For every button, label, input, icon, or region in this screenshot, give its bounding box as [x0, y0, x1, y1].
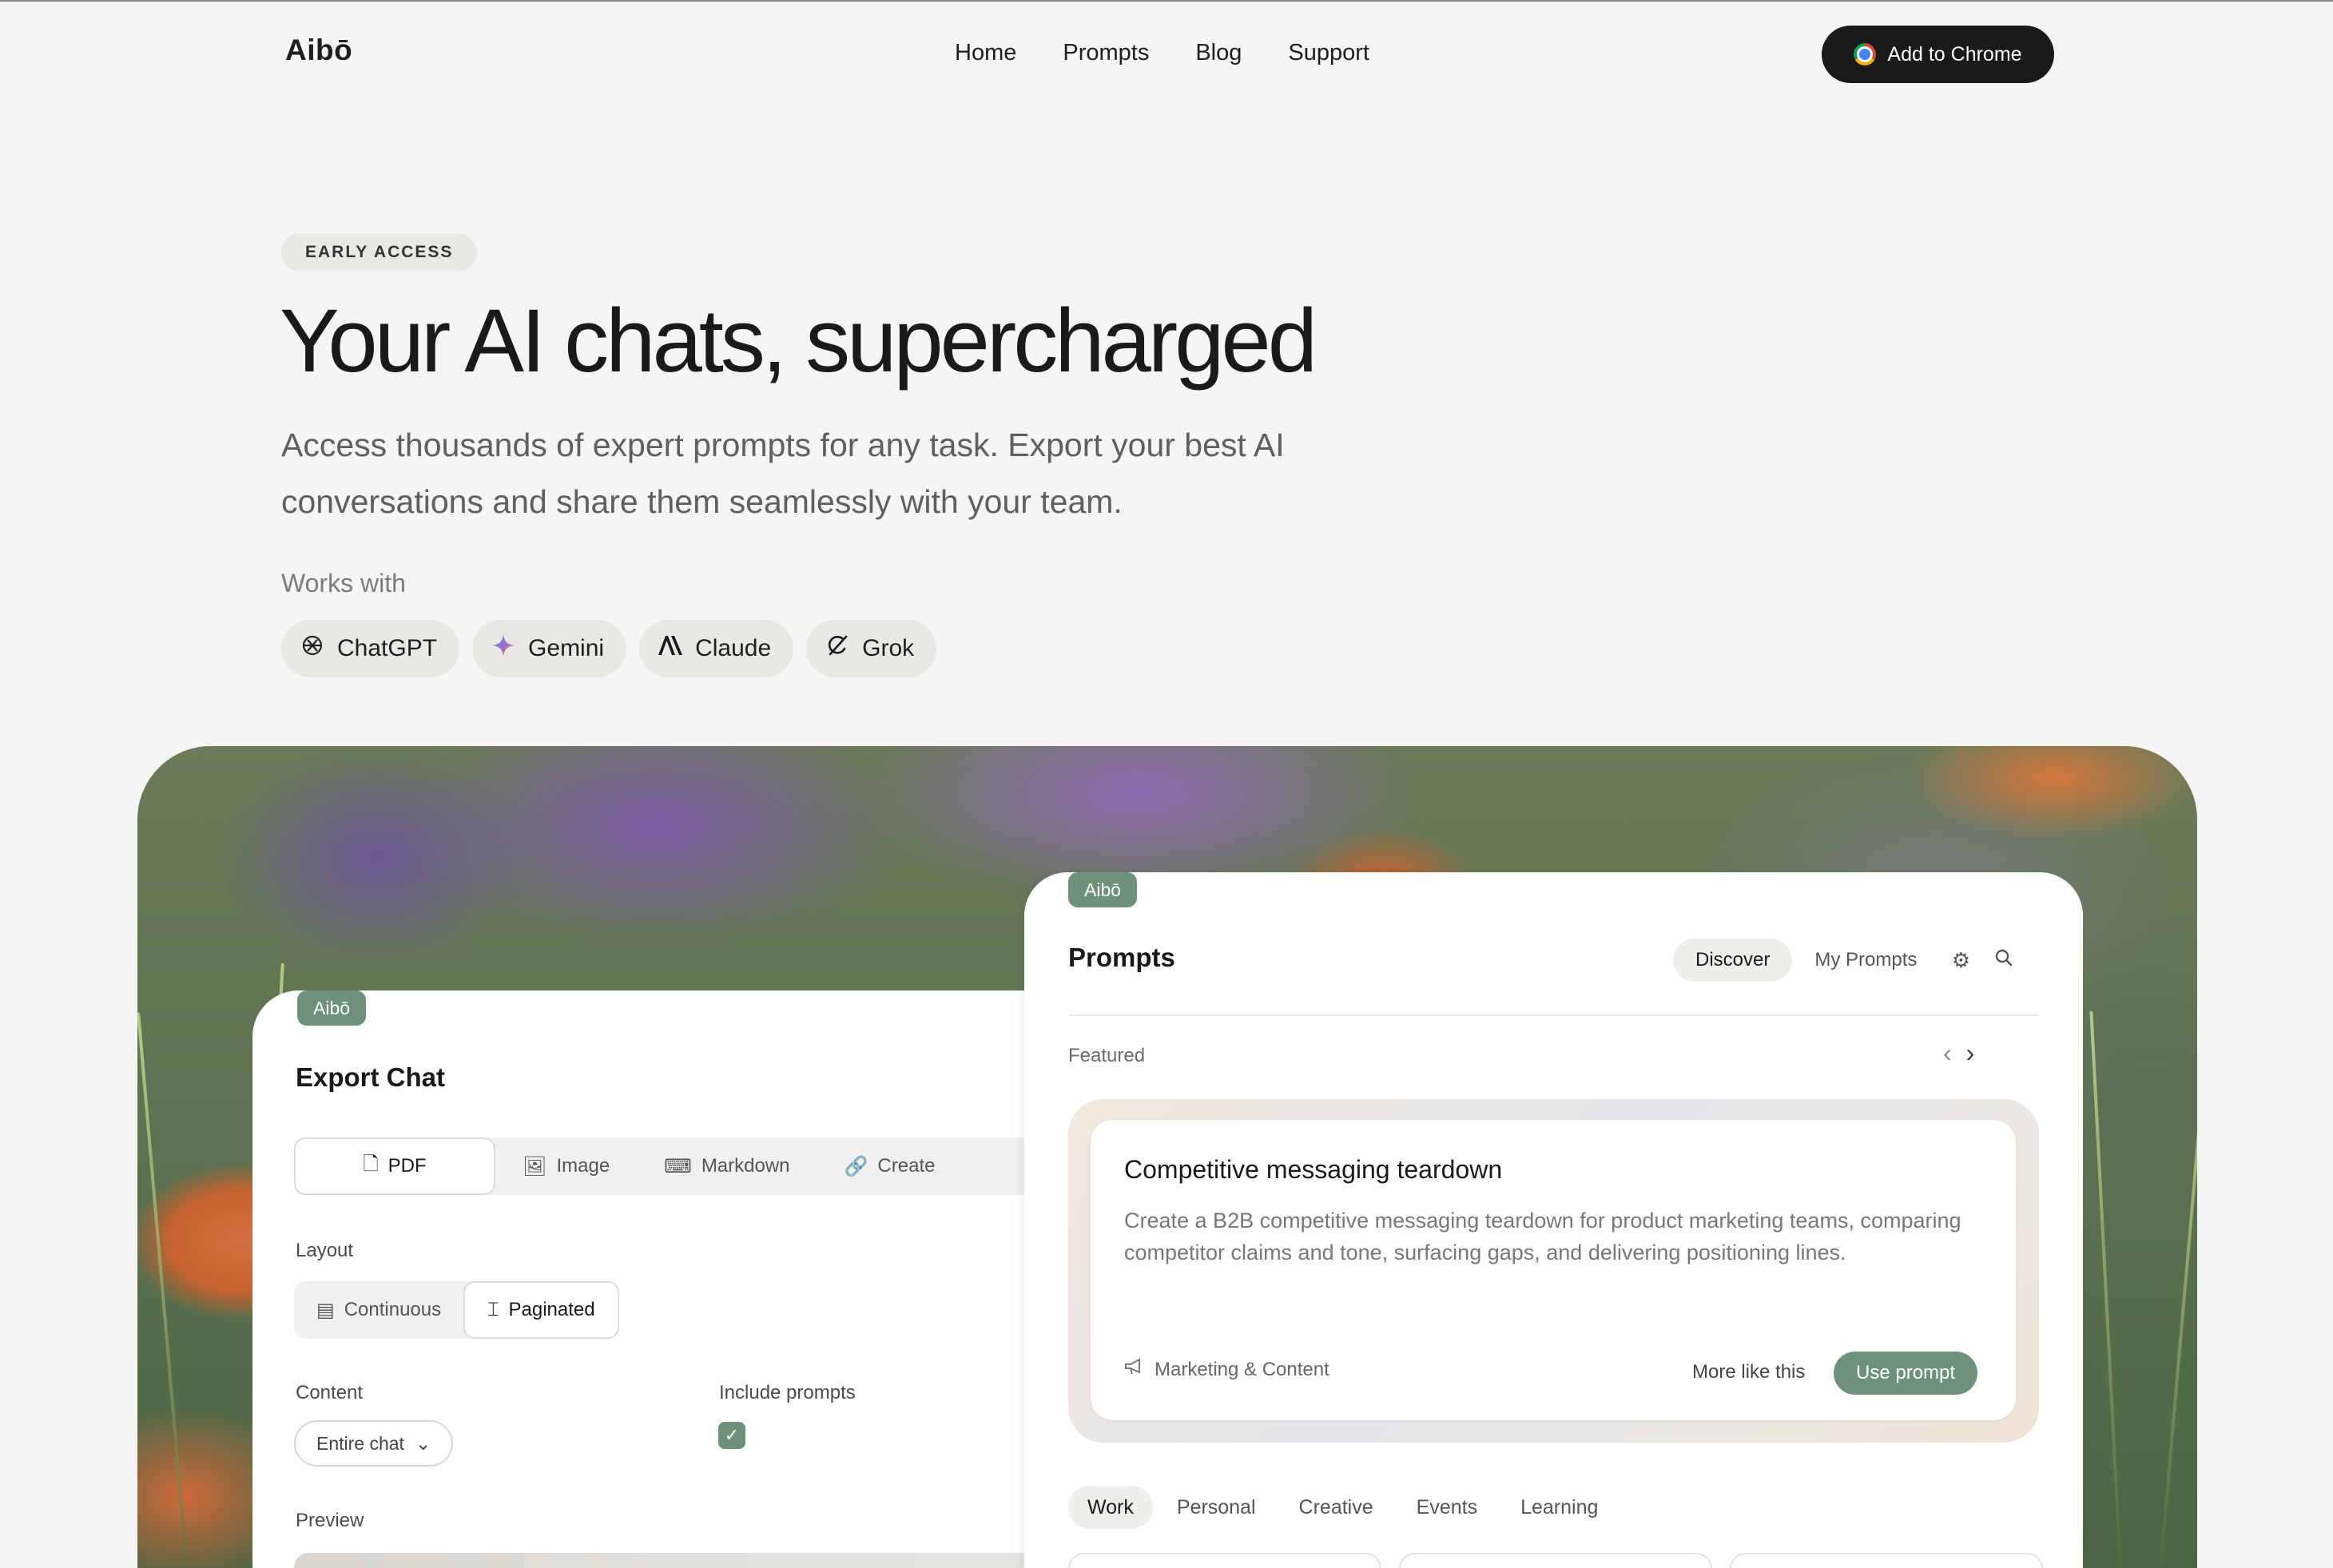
category-tab-learning[interactable]: Learning: [1501, 1486, 1617, 1529]
chatgpt-icon: [299, 633, 326, 665]
integration-chip-grok[interactable]: Grok: [806, 620, 937, 677]
file-icon: 🗋: [363, 1153, 379, 1175]
search-icon: [1994, 948, 2013, 973]
chevron-left-icon[interactable]: ‹: [1943, 1038, 1952, 1068]
megaphone-icon: [1124, 1358, 1145, 1381]
grok-icon: [824, 633, 851, 664]
format-label: Create: [877, 1155, 936, 1177]
format-option-markdown[interactable]: ⌨ Markdown: [637, 1137, 817, 1195]
document-icon: ▤: [316, 1299, 335, 1321]
include-prompts-checkbox[interactable]: ✓: [718, 1422, 745, 1449]
brand-logo[interactable]: Aibō: [285, 34, 352, 67]
prompt-card-list: [1068, 1553, 2043, 1568]
content-label: Content: [296, 1382, 364, 1403]
claude-icon: [657, 634, 684, 663]
layout-option-label: Continuous: [344, 1299, 442, 1320]
integration-label: Gemini: [528, 635, 605, 661]
prompt-card-category: Marketing & Content: [1124, 1358, 1329, 1381]
featured-card-frame: Competitive messaging teardown Create a …: [1068, 1099, 2039, 1443]
format-option-create-link[interactable]: 🔗 Create: [817, 1137, 963, 1195]
layout-selector: ▤ Continuous ⌶ Paginated: [294, 1281, 619, 1339]
panel-brand-tag: Aibō: [1068, 872, 1138, 907]
link-icon: 🔗: [844, 1155, 868, 1177]
featured-prompt-card[interactable]: Competitive messaging teardown Create a …: [1091, 1120, 2016, 1420]
tab-my-prompts[interactable]: My Prompts: [1792, 939, 1939, 982]
layout-option-label: Paginated: [508, 1299, 595, 1320]
layout-label: Layout: [296, 1240, 354, 1261]
add-to-chrome-label: Add to Chrome: [1887, 42, 2022, 65]
featured-carousel-controls: ‹ ›: [1943, 1038, 1974, 1068]
hero-subtext: Access thousands of expert prompts for a…: [281, 427, 1285, 520]
format-option-image[interactable]: 🖼 Image: [495, 1137, 637, 1195]
content-dropdown[interactable]: Entire chat ⌄: [294, 1420, 454, 1467]
settings-button[interactable]: ⚙: [1939, 939, 1982, 982]
category-tabs: Work Personal Creative Events Learning: [1068, 1486, 1617, 1529]
format-option-pdf[interactable]: 🗋 PDF: [294, 1137, 495, 1195]
integration-label: ChatGPT: [337, 635, 438, 661]
integration-label: Grok: [862, 635, 915, 661]
prompt-card-title: Competitive messaging teardown: [1124, 1155, 1503, 1184]
chevron-right-icon[interactable]: ›: [1966, 1038, 1975, 1068]
category-tab-personal[interactable]: Personal: [1158, 1486, 1275, 1529]
header-divider: [1068, 1014, 2039, 1016]
nav-link-support[interactable]: Support: [1288, 40, 1369, 66]
markdown-icon: ⌨: [664, 1155, 692, 1177]
prompt-card[interactable]: [1068, 1553, 1381, 1568]
format-label: Image: [556, 1155, 610, 1177]
search-button[interactable]: [1982, 939, 2025, 982]
main-nav: Home Prompts Blog Support: [955, 40, 1416, 66]
add-to-chrome-button[interactable]: Add to Chrome: [1822, 26, 2054, 83]
hero-headline: Your AI chats, supercharged: [280, 291, 1318, 391]
layout-option-continuous[interactable]: ▤ Continuous: [294, 1281, 463, 1339]
preview-label: Preview: [296, 1510, 364, 1531]
gear-icon: ⚙: [1951, 947, 1971, 972]
export-format-selector: 🗋 PDF 🖼 Image ⌨ Markdown 🔗 Create: [294, 1137, 1093, 1195]
integration-chip-chatgpt[interactable]: ChatGPT: [281, 620, 460, 677]
category-tab-events[interactable]: Events: [1397, 1486, 1496, 1529]
prompts-tabs: Discover My Prompts ⚙: [1673, 939, 2025, 982]
format-label: Markdown: [701, 1155, 790, 1177]
tab-discover[interactable]: Discover: [1673, 939, 1793, 982]
works-with-label: Works with: [281, 569, 406, 597]
export-preview: [294, 1553, 1093, 1568]
include-prompts-label: Include prompts: [719, 1382, 856, 1403]
nav-link-home[interactable]: Home: [955, 40, 1016, 66]
integration-chip-claude[interactable]: Claude: [639, 620, 794, 677]
category-tab-work[interactable]: Work: [1068, 1486, 1153, 1529]
integration-chip-gemini[interactable]: Gemini: [472, 620, 627, 677]
export-chat-panel: Aibō Export Chat 🗋 PDF 🖼 Image ⌨ Markdow…: [252, 990, 1093, 1568]
layout-option-paginated[interactable]: ⌶ Paginated: [463, 1281, 619, 1339]
early-access-badge: EARLY ACCESS: [281, 233, 478, 272]
category-tab-creative[interactable]: Creative: [1280, 1486, 1393, 1529]
format-label: PDF: [388, 1155, 427, 1177]
export-chat-title: Export Chat: [296, 1062, 446, 1092]
prompt-card[interactable]: [1399, 1553, 1712, 1568]
integration-label: Claude: [695, 635, 772, 661]
chrome-icon: [1854, 43, 1877, 65]
panel-brand-tag: Aibō: [297, 990, 367, 1026]
use-prompt-button[interactable]: Use prompt: [1834, 1352, 1978, 1395]
featured-label: Featured: [1068, 1045, 1146, 1066]
category-label: Marketing & Content: [1155, 1358, 1329, 1380]
integrations-list: ChatGPT Gemini Claude Grok: [281, 620, 937, 677]
nav-link-prompts[interactable]: Prompts: [1063, 40, 1149, 66]
image-icon: 🖼: [523, 1155, 547, 1177]
more-like-this-button[interactable]: More like this: [1692, 1361, 1805, 1383]
check-icon: ✓: [724, 1425, 740, 1445]
gemini-icon: [490, 633, 517, 665]
chevron-down-icon: ⌄: [415, 1432, 431, 1454]
prompts-panel: Aibō Prompts Discover My Prompts ⚙ Featu…: [1024, 872, 2083, 1568]
nav-link-blog[interactable]: Blog: [1195, 40, 1242, 66]
content-dropdown-value: Entire chat: [316, 1432, 404, 1454]
prompt-card-description: Create a B2B competitive messaging teard…: [1124, 1209, 1961, 1264]
prompts-title: Prompts: [1068, 943, 1175, 972]
pages-icon: ⌶: [487, 1299, 499, 1320]
prompt-card[interactable]: [1730, 1553, 2043, 1568]
